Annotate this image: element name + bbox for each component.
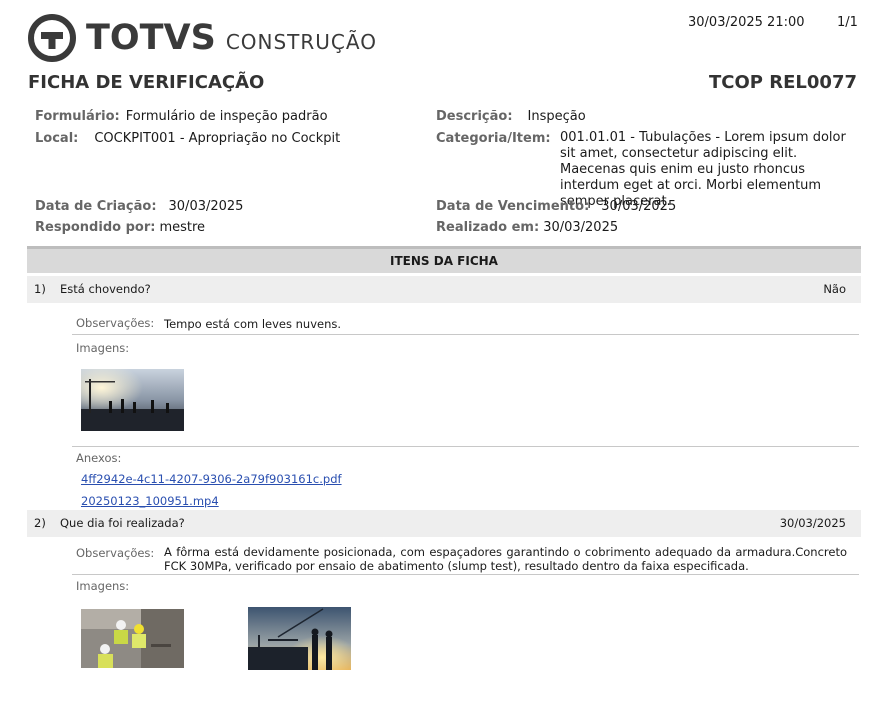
descricao-label: Descrição: bbox=[436, 109, 513, 124]
formulario-field: Formulário: Formulário de inspeção padrão bbox=[35, 109, 328, 125]
question-text: Está chovendo? bbox=[60, 282, 151, 296]
local-value: COCKPIT001 - Apropriação no Cockpit bbox=[94, 131, 341, 146]
realizado-value: 30/03/2025 bbox=[543, 220, 619, 235]
observacoes-value: Tempo está com leves nuvens. bbox=[164, 317, 342, 331]
respondido-label: Respondido por: bbox=[35, 220, 156, 235]
page-title: FICHA DE VERIFICAÇÃO bbox=[28, 72, 265, 93]
inspection-photo[interactable] bbox=[81, 609, 184, 668]
data-criacao-field: Data de Criação: 30/03/2025 bbox=[35, 199, 243, 215]
attachment-link-mp4[interactable]: 20250123_100951.mp4 bbox=[81, 494, 219, 508]
descricao-value: Inspeção bbox=[527, 109, 586, 124]
divider bbox=[72, 334, 859, 335]
totvs-logo: TOTVS CONSTRUÇÃO bbox=[28, 14, 377, 62]
section-header: ITENS DA FICHA bbox=[27, 246, 861, 273]
categoria-field: Categoria/Item: bbox=[436, 131, 557, 147]
photo-image bbox=[248, 607, 351, 670]
vencimento-label: Data de Vencimento: bbox=[436, 199, 590, 214]
imagens-label: Imagens: bbox=[76, 579, 130, 593]
totvs-logo-icon bbox=[28, 14, 76, 62]
logo-wordmark: TOTVS bbox=[86, 18, 216, 58]
question-row: 1) Está chovendo? Não bbox=[27, 276, 861, 303]
realizado-field: Realizado em: 30/03/2025 bbox=[436, 220, 618, 236]
imagens-label: Imagens: bbox=[76, 341, 130, 355]
question-number: 1) bbox=[34, 282, 46, 296]
formulario-value: Formulário de inspeção padrão bbox=[125, 109, 328, 124]
logo-subtitle: CONSTRUÇÃO bbox=[225, 30, 377, 54]
report-datetime: 30/03/2025 21:00 bbox=[688, 15, 805, 30]
attachment-link-pdf[interactable]: 4ff2942e-4c11-4207-9306-2a79f903161c.pdf bbox=[81, 472, 342, 486]
vencimento-value: 30/03/2025 bbox=[601, 199, 677, 214]
categoria-value: 001.01.01 - Tubulações - Lorem ipsum dol… bbox=[560, 130, 846, 209]
respondido-field: Respondido por: mestre bbox=[35, 220, 205, 236]
question-number: 2) bbox=[34, 516, 46, 530]
question-answer: 30/03/2025 bbox=[779, 516, 846, 530]
formulario-label: Formulário: bbox=[35, 109, 120, 124]
question-row: 2) Que dia foi realizada? 30/03/2025 bbox=[27, 510, 861, 537]
photo-image bbox=[81, 369, 184, 431]
observacoes-label: Observações: bbox=[76, 546, 155, 560]
photo-image bbox=[81, 609, 184, 668]
anexos-label: Anexos: bbox=[76, 451, 122, 465]
local-label: Local: bbox=[35, 131, 79, 146]
divider bbox=[72, 446, 859, 447]
respondido-value: mestre bbox=[159, 220, 206, 235]
data-criacao-value: 30/03/2025 bbox=[168, 199, 244, 214]
data-criacao-label: Data de Criação: bbox=[35, 199, 157, 214]
categoria-label: Categoria/Item: bbox=[436, 131, 551, 146]
question-text: Que dia foi realizada? bbox=[60, 516, 185, 530]
observacoes-label: Observações: bbox=[76, 316, 155, 330]
inspection-photo[interactable] bbox=[81, 369, 184, 431]
question-answer: Não bbox=[823, 282, 846, 296]
local-field: Local: COCKPIT001 - Apropriação no Cockpi… bbox=[35, 131, 340, 147]
report-code: TCOP REL0077 bbox=[709, 72, 857, 93]
divider bbox=[72, 574, 859, 575]
descricao-field: Descrição: Inspeção bbox=[436, 109, 586, 125]
vencimento-field: Data de Vencimento: 30/03/2025 bbox=[436, 199, 676, 215]
realizado-label: Realizado em: bbox=[436, 220, 540, 235]
page-number: 1/1 bbox=[837, 15, 858, 30]
inspection-photo[interactable] bbox=[248, 607, 351, 670]
observacoes-value: A fôrma está devidamente posicionada, co… bbox=[164, 545, 847, 573]
